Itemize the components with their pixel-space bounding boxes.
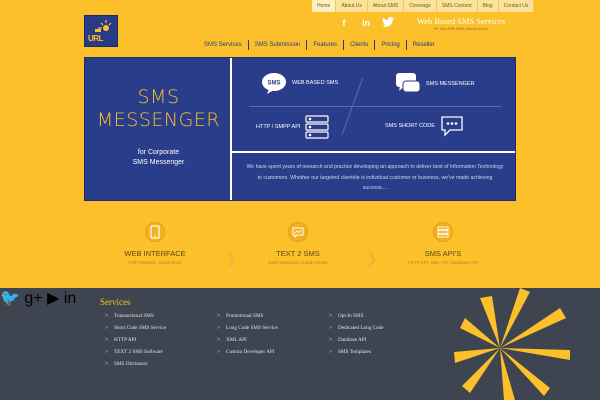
footer-link[interactable]: TEXT 2 SMS Software xyxy=(105,349,166,361)
service-text-2-sms-desc: SMS Integration made simple xyxy=(268,260,328,265)
chat-wave-icon xyxy=(292,227,304,238)
footer: Services Transactional SMS Short Code SM… xyxy=(0,288,600,400)
chevron-right-icon: ❯ xyxy=(225,250,237,266)
hero-title: SMS MESSENGER xyxy=(85,86,232,132)
top-nav-coverage[interactable]: Coverage xyxy=(404,0,437,12)
sun-rays-icon xyxy=(454,288,570,400)
facebook-icon[interactable]: f xyxy=(338,17,350,29)
brand-title: Web Based SMS Services xyxy=(416,16,506,26)
footer-link[interactable]: SMS Dictionary xyxy=(105,361,166,373)
footer-link[interactable]: Custom Developer API xyxy=(217,349,278,361)
social-links: f in xyxy=(338,17,394,29)
nav-reseller[interactable]: Reseller xyxy=(407,40,441,50)
footer-link[interactable]: Transactional SMS xyxy=(105,313,166,325)
main-nav: SMS Services SMS Submission Features Cli… xyxy=(198,40,441,50)
feature-sms-short-code-label: SMS SHORT CODE xyxy=(385,123,435,129)
service-web-interface[interactable]: WEB INTERFACE Full Featured , Know More xyxy=(100,222,210,265)
brand-subtitle: Ph: 040-4005 6666 | info@url.co.in xyxy=(433,27,489,31)
nav-clients[interactable]: Clients xyxy=(344,40,376,50)
youtube-icon[interactable]: ▶ xyxy=(47,290,59,307)
brand-block: Web Based SMS Services Ph: 040-4005 6666… xyxy=(411,16,511,31)
footer-column-2: Promotional SMS Long Code SMS Service XM… xyxy=(217,313,278,361)
nav-sms-submission[interactable]: SMS Submission xyxy=(249,40,308,50)
hero-subtitle-line1: for Corporate xyxy=(137,149,180,156)
hero-subtitle-line2: SMS Messenger xyxy=(132,159,185,166)
top-nav-about-sms[interactable]: About SMS xyxy=(368,0,405,12)
chat-icon-wrap xyxy=(288,222,308,242)
service-sms-apis-title: SMS API'S xyxy=(424,249,462,258)
footer-link[interactable]: Database API xyxy=(329,337,384,349)
top-nav-sms-content[interactable]: SMS Content xyxy=(437,0,478,12)
hero-divider xyxy=(249,106,501,107)
top-nav-home[interactable]: Home xyxy=(312,0,337,12)
logo-text: URL xyxy=(88,34,103,43)
twitter-icon[interactable]: 🐦 xyxy=(0,290,20,307)
top-nav-blog[interactable]: Blog xyxy=(478,0,499,12)
server-icon xyxy=(437,226,449,238)
twitter-icon[interactable] xyxy=(382,17,394,29)
footer-link[interactable]: Dedicated Long Code xyxy=(329,325,384,337)
hero-banner: SMS MESSENGER for Corporate SMS Messenge… xyxy=(84,57,516,201)
hero-description: We have spent years of research and prac… xyxy=(246,164,504,191)
footer-link[interactable]: SMS Templates xyxy=(329,349,384,361)
service-sms-apis[interactable]: SMS API'S HTTP API, XML API, Database AP… xyxy=(388,222,498,265)
linkedin-icon[interactable]: in xyxy=(360,17,372,29)
hero-title-line2: MESSENGER xyxy=(96,109,221,131)
google-plus-icon[interactable]: g+ xyxy=(24,290,42,307)
footer-column-3: Opt-In SMS Dedicated Long Code Database … xyxy=(329,313,384,361)
tablet-icon-wrap xyxy=(145,222,165,242)
svg-text:SMS: SMS xyxy=(267,81,280,87)
nav-sms-services[interactable]: SMS Services xyxy=(198,40,249,50)
top-nav: Home About Us About SMS Coverage SMS Con… xyxy=(312,0,535,12)
chevron-right-icon: ❯ xyxy=(366,250,378,266)
service-text-2-sms[interactable]: TEXT 2 SMS SMS Integration made simple xyxy=(243,222,353,265)
tablet-icon xyxy=(150,225,160,239)
footer-column-1: Transactional SMS Short Code SMS Service… xyxy=(105,313,166,373)
feature-sms-messenger[interactable]: SMS MESSENGER xyxy=(395,72,475,96)
chat-bubbles-icon xyxy=(396,73,421,93)
nav-pricing[interactable]: Pricing xyxy=(375,40,407,50)
footer-link[interactable]: Promotional SMS xyxy=(217,313,278,325)
hero-description-divider xyxy=(232,151,515,153)
service-sms-apis-desc: HTTP API, XML API, Database API xyxy=(408,260,478,265)
service-text-2-sms-title: TEXT 2 SMS xyxy=(276,249,320,258)
footer-title: Services xyxy=(100,297,131,307)
site-logo[interactable]: URL xyxy=(84,15,118,47)
service-web-interface-desc: Full Featured , Know More xyxy=(128,260,182,265)
linkedin-icon[interactable]: in xyxy=(64,290,76,307)
server-icon-wrap xyxy=(433,222,453,242)
feature-sms-short-code[interactable]: SMS SHORT CODE xyxy=(385,115,464,137)
server-stack-icon xyxy=(305,115,330,139)
sms-bubble-icon: SMS xyxy=(262,73,286,94)
feature-http-smpp-api-label: HTTP / SMPP API xyxy=(256,124,301,130)
top-nav-about-us[interactable]: About Us xyxy=(336,0,368,12)
hero-title-line1: SMS xyxy=(137,86,180,108)
hero-subtitle: for Corporate SMS Messenger xyxy=(85,148,232,168)
footer-link[interactable]: Short Code SMS Service xyxy=(105,325,166,337)
service-web-interface-title: WEB INTERFACE xyxy=(124,249,186,258)
feature-http-smpp-api[interactable]: HTTP / SMPP API xyxy=(256,115,330,139)
nav-features[interactable]: Features xyxy=(307,40,345,50)
feature-web-based-sms-label: WEB BASED SMS xyxy=(292,80,339,86)
message-dots-icon xyxy=(441,116,463,137)
sun-icon xyxy=(95,20,112,32)
hero-title-panel: SMS MESSENGER for Corporate SMS Messenge… xyxy=(85,58,232,200)
feature-sms-messenger-label: SMS MESSENGER xyxy=(426,81,475,87)
top-nav-contact-us[interactable]: Contact Us xyxy=(499,0,535,12)
footer-link[interactable]: HTTP API xyxy=(105,337,166,349)
footer-link[interactable]: Opt-In SMS xyxy=(329,313,384,325)
feature-web-based-sms[interactable]: SMS WEB BASED SMS xyxy=(261,72,338,94)
footer-link[interactable]: XML API xyxy=(217,337,278,349)
footer-link[interactable]: Long Code SMS Service xyxy=(217,325,278,337)
